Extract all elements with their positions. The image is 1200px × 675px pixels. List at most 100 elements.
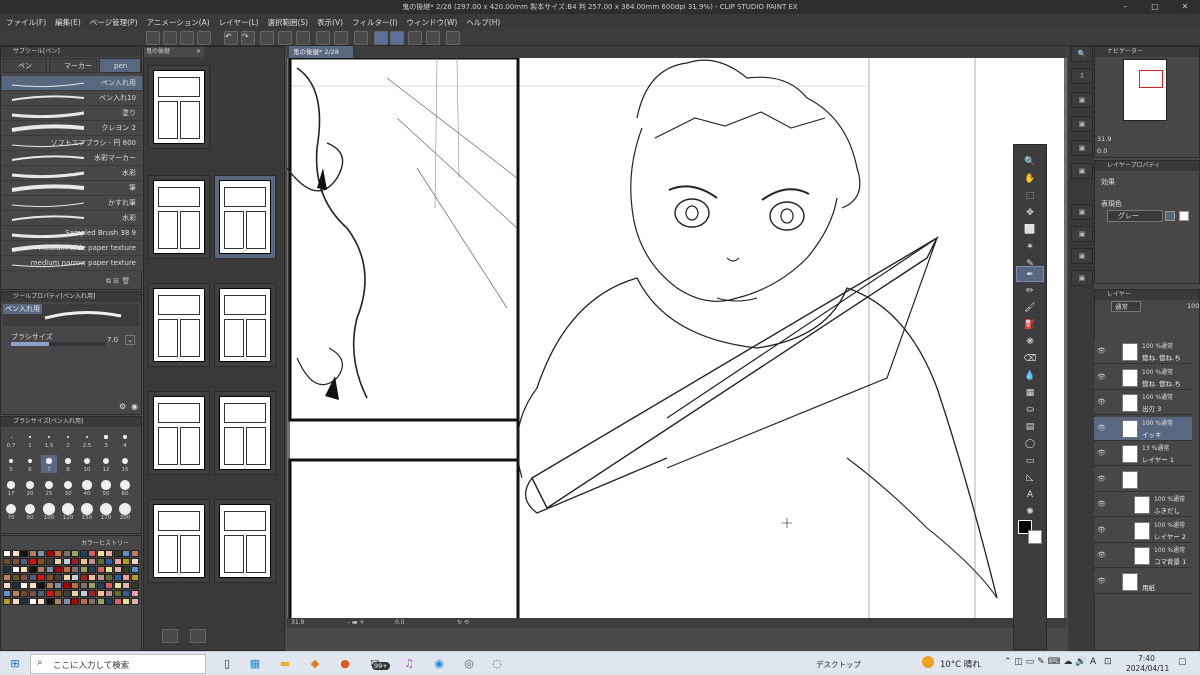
undo-icon[interactable]: ↶ (224, 31, 238, 45)
gradient-icon[interactable]: ▤ (1016, 419, 1044, 435)
color-swatch[interactable] (96, 558, 105, 565)
rotate-icon[interactable]: ↻ ⟲ (457, 618, 469, 628)
page-thumbnail[interactable]: 3 (148, 175, 210, 259)
color-swatch[interactable] (45, 598, 54, 605)
color-swatch[interactable] (130, 598, 139, 605)
color-swatch[interactable] (37, 582, 45, 589)
tab-pen[interactable]: ペン (3, 58, 47, 73)
color-swatch[interactable] (62, 550, 71, 557)
maximize-button[interactable]: □ (1140, 0, 1170, 14)
color-swatch[interactable] (88, 582, 96, 589)
color-swatch[interactable] (122, 558, 130, 565)
color-swatch[interactable] (122, 590, 130, 597)
edge-icon[interactable]: ◉ (430, 656, 448, 672)
selection-icon[interactable]: ⬜ (1016, 222, 1044, 238)
copy-subtool-icon[interactable]: ⧉ (106, 277, 111, 285)
page-view-icon[interactable] (162, 629, 178, 643)
layer-row[interactable]: 👁 100 %通常 コマ背景 1 (1094, 544, 1192, 568)
color-swatch[interactable] (11, 590, 20, 597)
tab-custom-pen[interactable]: pen (99, 58, 141, 73)
frame-border-icon[interactable]: ▭ (1016, 453, 1044, 469)
move-icon[interactable]: ✥ (1016, 205, 1044, 221)
menu-window[interactable]: ウィンドウ(W) (407, 17, 458, 28)
brush-icon[interactable]: 🖌 (1016, 300, 1044, 316)
eye-icon[interactable]: 👁 (1097, 398, 1106, 406)
color-swatch[interactable] (20, 558, 28, 565)
chevron-down-icon[interactable]: ⌄ (125, 335, 135, 345)
layer-row[interactable]: 👁 100 %通常 レイヤー 2 (1094, 518, 1192, 543)
eye-icon[interactable]: 👁 (1097, 449, 1106, 457)
search-icon[interactable]: 🔍 (1071, 46, 1093, 62)
figure-icon[interactable]: ▦ (1016, 385, 1044, 401)
color-swatch[interactable] (37, 590, 45, 597)
brush-size-option[interactable]: 120 (60, 503, 76, 521)
brush-size-option[interactable]: 1.5 (41, 431, 57, 449)
menu-layer[interactable]: レイヤー(L) (219, 17, 259, 28)
color-swatch[interactable] (88, 558, 96, 565)
color-swatch[interactable] (28, 574, 37, 581)
layer-row[interactable]: 👁 (1094, 467, 1192, 492)
color-swatch[interactable] (96, 574, 105, 581)
canvas-area[interactable] (287, 58, 1067, 618)
brush-size-option[interactable]: 20 (22, 479, 38, 497)
brush-item[interactable]: ペン入れ10 (2, 91, 142, 106)
app-icon[interactable]: ◆ (306, 656, 324, 672)
color-swatch[interactable] (71, 566, 79, 573)
color-swatch[interactable] (105, 574, 113, 581)
blend-mode-select[interactable]: 通常 (1111, 301, 1141, 312)
settings-icon[interactable]: ◉ (131, 402, 138, 411)
brush-item[interactable]: かすれ筆 (2, 196, 142, 211)
brush-size-option[interactable]: 5 (3, 455, 19, 473)
color-swatch[interactable] (37, 574, 45, 581)
store-icon[interactable]: ▦ (246, 656, 264, 672)
color-swatch[interactable] (62, 582, 71, 589)
brush-item[interactable]: medium wide paper texture (2, 241, 142, 256)
companion-icon[interactable] (446, 31, 460, 45)
brush-item[interactable]: ペン入れ用 (2, 76, 142, 91)
color-swatch[interactable] (28, 550, 37, 557)
color-swatch[interactable] (3, 598, 11, 605)
layer-color-icon[interactable] (1165, 211, 1175, 221)
clock-date[interactable]: 2024/04/11 (1126, 664, 1169, 673)
tab-marker[interactable]: マーカー (49, 58, 97, 73)
navigator-zoom[interactable]: 31.9 (1097, 135, 1111, 143)
fill-bucket-icon[interactable]: ⛀ (1016, 402, 1044, 418)
color-swatch[interactable] (96, 582, 105, 589)
brush-size-option[interactable]: 12 (98, 455, 114, 473)
eye-icon[interactable]: 👁 (1097, 500, 1106, 508)
brush-item[interactable]: Sampled Brush 38 9 (2, 226, 142, 241)
color-swatch[interactable] (62, 566, 71, 573)
save-icon[interactable] (197, 31, 211, 45)
page-thumbnail[interactable]: 1 (148, 65, 210, 149)
color-swatch[interactable] (20, 566, 28, 573)
brush-size-value[interactable]: 7.0 (107, 336, 118, 344)
eye-icon[interactable]: 👁 (1097, 577, 1106, 585)
ime-2-icon[interactable]: ⊡ (1104, 657, 1112, 667)
pen-icon[interactable]: ✒ (1016, 266, 1044, 282)
color-swatch[interactable] (37, 550, 45, 557)
blend-icon[interactable]: 💧 (1016, 368, 1044, 384)
desktop-label[interactable]: デスクトップ (816, 659, 861, 670)
color-swatch[interactable] (11, 574, 20, 581)
decoration-icon[interactable]: ❋ (1016, 334, 1044, 350)
shape-icon[interactable]: ◯ (1016, 436, 1044, 452)
color-swatch[interactable] (3, 550, 11, 557)
material-8-icon[interactable]: ▣ (1071, 270, 1093, 286)
color-swatch[interactable] (37, 598, 45, 605)
layer-row[interactable]: 👁 100 %通常 ふきだし (1094, 493, 1192, 517)
brush-size-option[interactable]: 25 (41, 479, 57, 497)
brush-item[interactable]: medium narrow paper texture (2, 256, 142, 271)
color-swatch[interactable] (54, 582, 62, 589)
menu-selection[interactable]: 選択範囲(S) (268, 17, 309, 28)
color-swatch[interactable] (71, 598, 79, 605)
delete-subtool-icon[interactable]: 🗑 (121, 277, 130, 285)
color-swatch[interactable] (130, 590, 139, 597)
page-thumbnail[interactable]: 8 (214, 499, 276, 583)
color-swatch[interactable] (54, 574, 62, 581)
color-swatch[interactable] (113, 582, 122, 589)
deselect-icon[interactable] (316, 31, 330, 45)
page-thumbnail[interactable]: 6 (214, 391, 276, 475)
color-swatch[interactable] (11, 550, 20, 557)
eye-icon[interactable]: 👁 (1097, 551, 1106, 559)
new-icon[interactable] (163, 31, 177, 45)
